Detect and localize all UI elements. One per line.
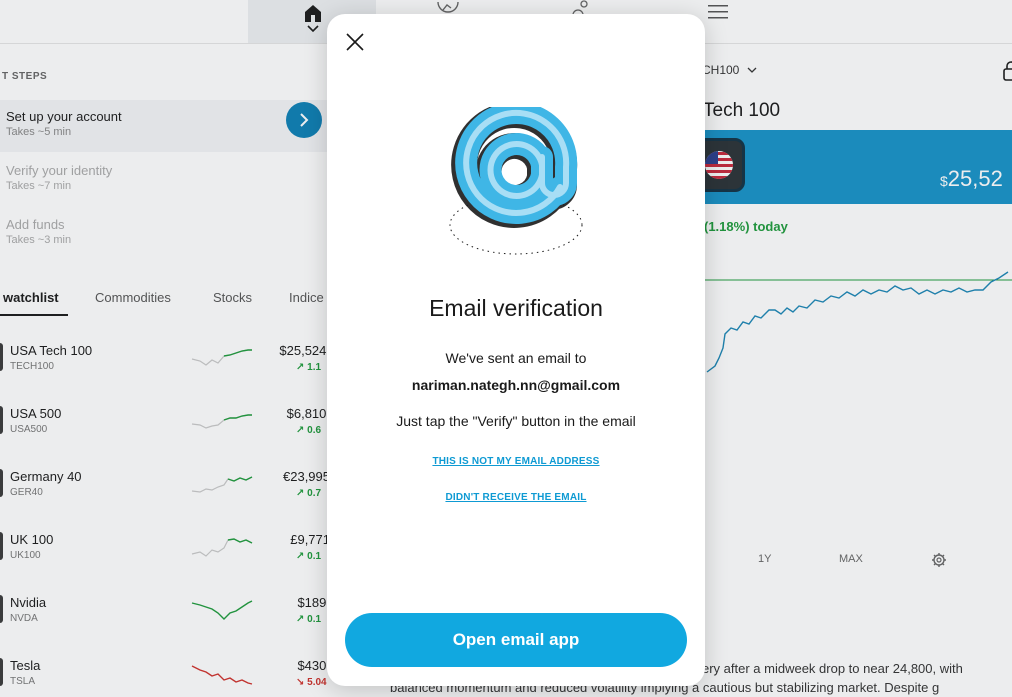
sent-message: We've sent an email to (445, 350, 587, 366)
close-icon (346, 33, 364, 51)
close-button[interactable] (342, 29, 368, 55)
email-verification-modal: Email verification We've sent an email t… (327, 14, 705, 686)
modal-title: Email verification (429, 295, 603, 321)
email-at-sign-illustration (449, 107, 583, 255)
email-address: nariman.nategh.nn@gmail.com (411, 377, 621, 393)
not-my-email-link[interactable]: THIS IS NOT MY EMAIL ADDRESS (327, 456, 705, 467)
instruction-text: Just tap the "Verify" button in the emai… (396, 413, 636, 429)
open-email-app-button[interactable]: Open email app (345, 613, 687, 667)
didnt-receive-email-link[interactable]: DIDN'T RECEIVE THE EMAIL (327, 492, 705, 503)
